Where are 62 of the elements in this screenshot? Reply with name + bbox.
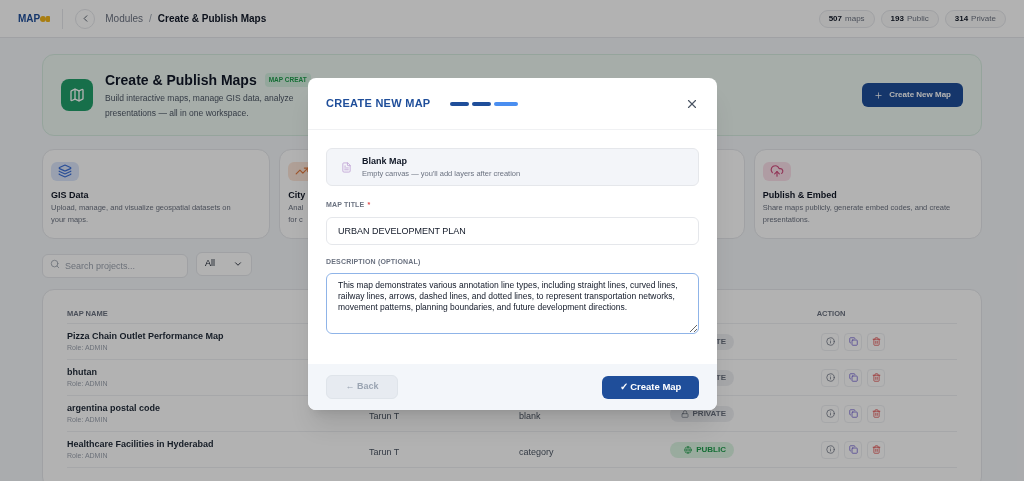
- feature-title: City: [288, 188, 306, 202]
- feature-title: Publish & Embed: [762, 188, 837, 202]
- copy-button[interactable]: [844, 368, 862, 387]
- visibility-badge: PUBLIC: [670, 441, 734, 458]
- owner-cell: Tarun T: [369, 446, 400, 457]
- search-icon: [50, 259, 60, 269]
- trash-icon: [871, 337, 881, 346]
- stat-pill: 507 maps: [818, 9, 875, 28]
- info-icon: [825, 445, 835, 454]
- hero-description: presentations — all in one workspace.: [105, 106, 249, 120]
- logo: MAP: [18, 11, 51, 26]
- map-icon: [61, 79, 93, 111]
- info-icon: [825, 409, 835, 418]
- stat-pill: 193 Public: [880, 9, 939, 28]
- document-icon: [341, 161, 352, 173]
- feature-title: GIS Data: [51, 188, 89, 202]
- dialog-title: CREATE NEW MAP: [326, 96, 431, 112]
- template-title: Blank Map: [362, 154, 408, 168]
- breadcrumb-separator: /: [149, 12, 152, 26]
- delete-button[interactable]: [867, 440, 885, 459]
- info-icon: [825, 373, 835, 382]
- description-field[interactable]: This map demonstrates various annotation line types, including straight lines, curved lines, railway lines, arrows, dashed lines, and dotted lines, to represent transportation networks, movement patterns, planning boundaries, and future development directions.: [326, 273, 699, 334]
- database-icon: [51, 162, 79, 181]
- chevron-down-icon: [233, 259, 243, 269]
- type-cell: blank: [519, 410, 541, 421]
- copy-button[interactable]: [844, 440, 862, 459]
- hero-title: Create & Publish Maps: [105, 70, 257, 90]
- breadcrumb-item[interactable]: Modules: [105, 11, 144, 26]
- trash-icon: [871, 373, 881, 382]
- owner-cell: Tarun T: [369, 410, 400, 421]
- plus-icon: [874, 90, 884, 100]
- stat-pill: 314 Private: [944, 9, 1006, 28]
- map-title-field[interactable]: URBAN DEVELOPMENT PLAN: [326, 216, 699, 245]
- copy-button[interactable]: [844, 332, 862, 351]
- trash-icon: [871, 445, 881, 454]
- copy-icon: [848, 373, 858, 382]
- create-new-map-button[interactable]: Create New Map: [862, 83, 963, 107]
- type-cell: category: [519, 446, 554, 457]
- search-field[interactable]: Search projects...: [42, 254, 188, 278]
- copy-icon: [848, 445, 858, 454]
- delete-button[interactable]: [867, 332, 885, 351]
- map-name[interactable]: argentina postal code: [67, 401, 161, 415]
- map-name[interactable]: Pizza Chain Outlet Performance Map: [67, 329, 224, 343]
- trash-icon: [871, 409, 881, 418]
- info-button[interactable]: [821, 440, 839, 459]
- delete-button[interactable]: [867, 404, 885, 423]
- create-map-button[interactable]: ✓ Create Map: [602, 375, 699, 399]
- copy-icon: [848, 409, 858, 418]
- cloud-upload-icon: [762, 162, 791, 181]
- copy-icon: [848, 337, 858, 346]
- map-name[interactable]: Healthcare Facilities in Hyderabad: [67, 437, 214, 451]
- logo-mark-icon: [40, 14, 51, 23]
- map-name[interactable]: bhutan: [67, 365, 97, 379]
- breadcrumb-item: Create & Publish Maps: [157, 12, 267, 26]
- info-icon: [825, 337, 835, 346]
- hero-description: Build interactive maps, manage GIS data, analyze: [105, 91, 294, 105]
- filter-select[interactable]: All: [196, 252, 252, 276]
- delete-button[interactable]: [867, 368, 885, 387]
- info-button[interactable]: [821, 368, 839, 387]
- info-button[interactable]: [821, 332, 839, 351]
- copy-button[interactable]: [844, 404, 862, 423]
- info-button[interactable]: [821, 404, 839, 423]
